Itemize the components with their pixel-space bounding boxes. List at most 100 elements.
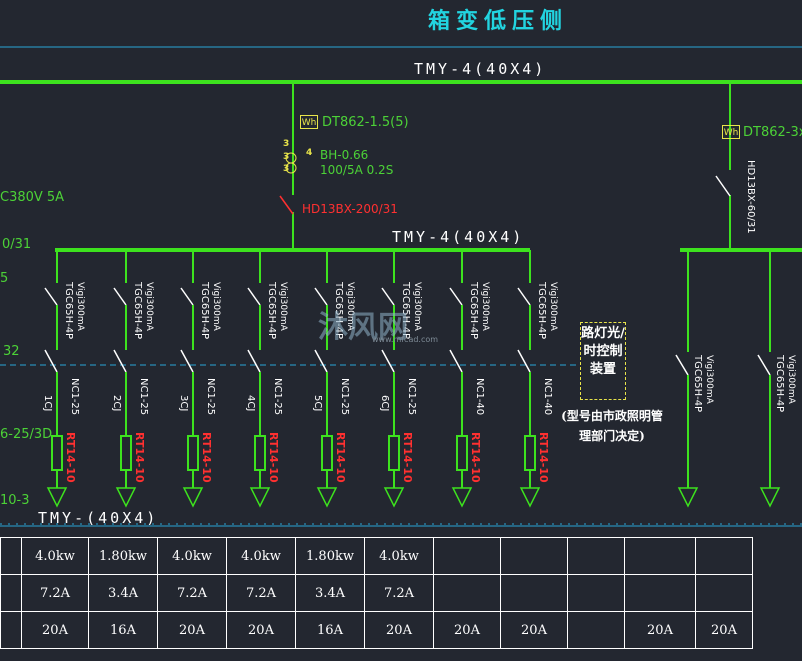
branch-8-breaker-blade — [517, 287, 531, 306]
branch-7-contactor-blade — [449, 349, 463, 373]
table-cell — [433, 574, 501, 612]
ct-mark-3: 3 — [283, 152, 290, 162]
branch-6-contactor-model: NC1-25 — [406, 378, 417, 416]
right-branch-1-breaker-model: TGC65H-4P — [692, 355, 703, 413]
branch-8-breaker-model: TGC65H-4P — [536, 282, 547, 340]
branch-2-breaker-setting: Vigi300mA — [144, 282, 154, 331]
ct-ratio: 100/5A 0.2S — [320, 163, 394, 177]
table-cell: 4.0kw — [226, 537, 296, 575]
ct-mark-1: 3 — [283, 139, 290, 149]
table-cell — [695, 574, 753, 612]
table-cell — [567, 574, 625, 612]
load-table: 4.0kw 1.80kw 4.0kw 4.0kw 1.80kw 4.0kw 7.2A 3.4A… — [0, 537, 753, 649]
main-switch-model: HD13BX-200/31 — [302, 202, 398, 216]
kwh-meter-right-icon: Wh — [722, 125, 740, 139]
controller-note: (型号由市政照明管理部门决定) — [561, 409, 663, 443]
branch-4-fuse — [254, 435, 266, 471]
table-cell: 4.0kw — [21, 537, 89, 575]
branch-6-fuse — [388, 435, 400, 471]
branch-6-outlet-arrow — [383, 487, 405, 508]
branch-2-fuse-model: RT14-10 — [133, 432, 146, 483]
right-branch-1-breaker-blade — [675, 354, 689, 376]
table-cell: 20A — [157, 611, 227, 649]
right-branch-2-outlet-arrow — [759, 487, 781, 508]
ct-mark-4: 3 — [283, 164, 290, 174]
branch-4-contactor-id: 4CJ — [245, 395, 256, 412]
table-cell — [567, 611, 625, 649]
table-cell: 20A — [624, 611, 696, 649]
branch-1-breaker-model: TGC65H-4P — [63, 282, 74, 340]
left-edge-label-3: 32 — [3, 344, 20, 359]
branch-2-outlet-arrow — [115, 487, 137, 508]
branch-3-contactor-id: 3CJ — [178, 395, 189, 412]
branch-1-breaker-setting: Vigi300mA — [75, 282, 85, 331]
branch-1-contactor-model: NC1-25 — [69, 378, 80, 416]
branch-7-contactor-model: NC1-40 — [474, 378, 485, 416]
right-branch-1-outlet-arrow — [677, 487, 699, 508]
table-cell — [0, 574, 22, 612]
table-cell: 7.2A — [157, 574, 227, 612]
branch-3-fuse — [187, 435, 199, 471]
branch-3-breaker-setting: Vigi300mA — [211, 282, 221, 331]
branch-1-outlet-arrow — [46, 487, 68, 508]
branch-4-breaker-blade — [247, 287, 261, 306]
branch-7-fuse-model: RT14-10 — [469, 432, 482, 483]
branch-4-breaker-model: TGC65H-4P — [266, 282, 277, 340]
table-cell — [500, 574, 568, 612]
branch-4-contactor-model: NC1-25 — [272, 378, 283, 416]
watermark-url: www.mfcad.com — [372, 335, 439, 344]
table-cell — [695, 537, 753, 575]
table-cell: 1.80kw — [88, 537, 158, 575]
left-edge-label-1: 0/31 — [2, 237, 32, 252]
ct-mark-2: 4 — [306, 148, 313, 158]
branch-8-fuse — [524, 435, 536, 471]
branch-7-breaker-blade — [449, 287, 463, 306]
meter-left-model: DT862-1.5(5) — [322, 115, 409, 130]
table-row-rating: 20A 16A 20A 20A 16A 20A 20A 20A 20A 20A — [0, 611, 753, 649]
branch-4-contactor-blade — [247, 349, 261, 373]
branch-4-outlet-arrow — [249, 487, 271, 508]
branch-3-breaker-model: TGC65H-4P — [199, 282, 210, 340]
ct-model: BH-0.66 — [320, 148, 369, 162]
table-cell: 20A — [500, 611, 568, 649]
branch-8-contactor-blade — [517, 349, 531, 373]
table-cell: 20A — [226, 611, 296, 649]
left-edge-supply: C380V 5A — [0, 190, 65, 205]
table-cell: 20A — [695, 611, 753, 649]
right-branch-2-breaker-blade — [757, 354, 771, 376]
table-cell: 4.0kw — [364, 537, 434, 575]
branch-8-fuse-model: RT14-10 — [537, 432, 550, 483]
branch-3-outlet-arrow — [182, 487, 204, 508]
table-row-current: 7.2A 3.4A 7.2A 7.2A 3.4A 7.2A — [0, 574, 753, 612]
branch-2-contactor-model: NC1-25 — [138, 378, 149, 416]
branch-6-contactor-blade — [381, 349, 395, 373]
right-switch-blade — [715, 175, 731, 197]
table-cell: 20A — [433, 611, 501, 649]
street-light-controller-box: 路灯光/时控制装置 — [580, 322, 626, 400]
branch-3-contactor-model: NC1-25 — [205, 378, 216, 416]
branch-1-fuse — [51, 435, 63, 471]
table-cell: 3.4A — [295, 574, 365, 612]
branch-5-fuse-model: RT14-10 — [334, 432, 347, 483]
branch-4-breaker-setting: Vigi300mA — [278, 282, 288, 331]
table-cell — [0, 611, 22, 649]
left-edge-label-4: 6-25/3D — [0, 427, 53, 442]
branch-5-contactor-model: NC1-25 — [339, 378, 350, 416]
branch-2-fuse — [120, 435, 132, 471]
branch-7-breaker-setting: Vigi300mA — [480, 282, 490, 331]
branch-2-breaker-model: TGC65H-4P — [132, 282, 143, 340]
right-switch-model: HD13BX-60/31 — [745, 160, 756, 234]
table-cell — [0, 537, 22, 575]
branch-1-contactor-blade — [44, 349, 58, 373]
main-switch-blade — [279, 195, 294, 215]
table-cell: 20A — [364, 611, 434, 649]
branch-4-fuse-model: RT14-10 — [267, 432, 280, 483]
branch-5-contactor-blade — [314, 349, 328, 373]
table-row-power: 4.0kw 1.80kw 4.0kw 4.0kw 1.80kw 4.0kw — [0, 537, 753, 575]
table-cell — [624, 574, 696, 612]
table-cell: 16A — [88, 611, 158, 649]
load-table-body: 4.0kw 1.80kw 4.0kw 4.0kw 1.80kw 4.0kw 7.2A 3.4A… — [0, 537, 753, 649]
branch-1-contactor-id: 1CJ — [42, 395, 53, 412]
branch-7-outlet-arrow — [451, 487, 473, 508]
table-cell: 20A — [21, 611, 89, 649]
